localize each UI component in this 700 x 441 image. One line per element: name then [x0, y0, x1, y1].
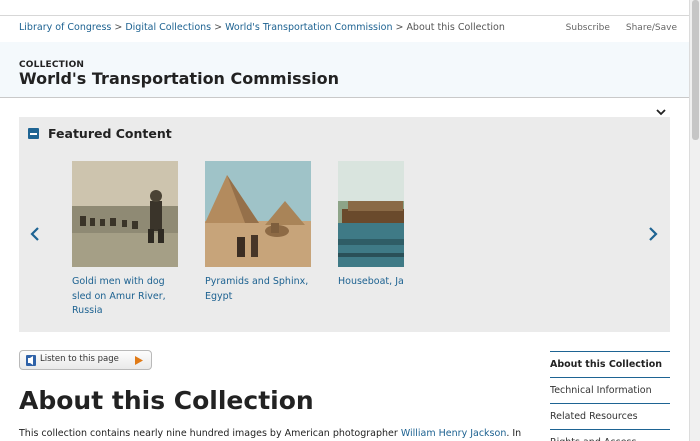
sidebar-item-technical-information[interactable]: Technical Information [550, 377, 670, 403]
featured-item-houseboat[interactable]: Houseboat, Ja [338, 161, 404, 290]
carousel-previous-arrow-icon[interactable] [28, 225, 42, 243]
page-title: World's Transportation Commission [19, 69, 339, 88]
dog-sled-photo[interactable] [72, 161, 178, 267]
houseboat-photo[interactable] [338, 161, 404, 267]
sidebar-item-related-resources[interactable]: Related Resources [550, 403, 670, 429]
featured-item-caption[interactable]: Pyramids and Sphinx, Egypt [205, 275, 311, 304]
intro-text: This collection contains nearly nine hun… [19, 428, 401, 439]
top-links: Subscribe Share/Save [566, 23, 677, 33]
share-save-link[interactable]: Share/Save [626, 23, 677, 33]
chevron-down-icon[interactable] [655, 107, 667, 117]
intro-paragraph: This collection contains nearly nine hun… [19, 428, 521, 439]
sidebar-item-about-this-collection[interactable]: About this Collection [550, 351, 670, 377]
breadcrumb-digital-collections[interactable]: Digital Collections [125, 22, 211, 33]
featured-content-heading: Featured Content [48, 126, 172, 141]
breadcrumb-separator: > [395, 22, 404, 33]
collapse-minus-icon[interactable] [28, 128, 39, 139]
featured-content-panel: Featured Content Goldi men with dog sled… [19, 117, 670, 332]
sidebar-item-rights-and-access[interactable]: Rights and Access [550, 429, 670, 441]
featured-carousel: Goldi men with dog sled on Amur River, R… [72, 161, 404, 326]
breadcrumb-separator: > [214, 22, 223, 33]
listen-to-page-button[interactable]: Listen to this page [19, 350, 152, 370]
subscribe-link[interactable]: Subscribe [566, 23, 610, 33]
carousel-next-arrow-icon[interactable] [646, 225, 660, 243]
about-heading: About this Collection [19, 386, 314, 415]
breadcrumb-worlds-transportation-commission[interactable]: World's Transportation Commission [225, 22, 392, 33]
breadcrumb-current: About this Collection [406, 22, 505, 33]
featured-item-dog-sled[interactable]: Goldi men with dog sled on Amur River, R… [72, 161, 178, 319]
breadcrumb-library-of-congress[interactable]: Library of Congress [19, 22, 111, 33]
pyramids-photo[interactable] [205, 161, 311, 267]
play-icon [135, 356, 143, 365]
page-scrollbar[interactable] [689, 0, 700, 441]
featured-item-pyramids[interactable]: Pyramids and Sphinx, Egypt [205, 161, 311, 304]
breadcrumb-separator: > [114, 22, 123, 33]
breadcrumb: Library of Congress > Digital Collections >… [19, 22, 505, 33]
william-henry-jackson-link[interactable]: William Henry Jackson [401, 428, 507, 439]
collection-header: COLLECTION World's Transportation Commis… [0, 42, 689, 98]
featured-item-caption[interactable]: Houseboat, Ja [338, 275, 404, 290]
featured-item-caption[interactable]: Goldi men with dog sled on Amur River, R… [72, 275, 178, 319]
speaker-icon [26, 355, 36, 366]
scrollbar-thumb[interactable] [692, 0, 699, 140]
browser-top-bar [0, 0, 689, 16]
intro-text-after: . In [506, 428, 522, 439]
collection-sidebar: About this Collection Technical Informat… [550, 351, 670, 441]
listen-label: Listen to this page [40, 354, 119, 364]
